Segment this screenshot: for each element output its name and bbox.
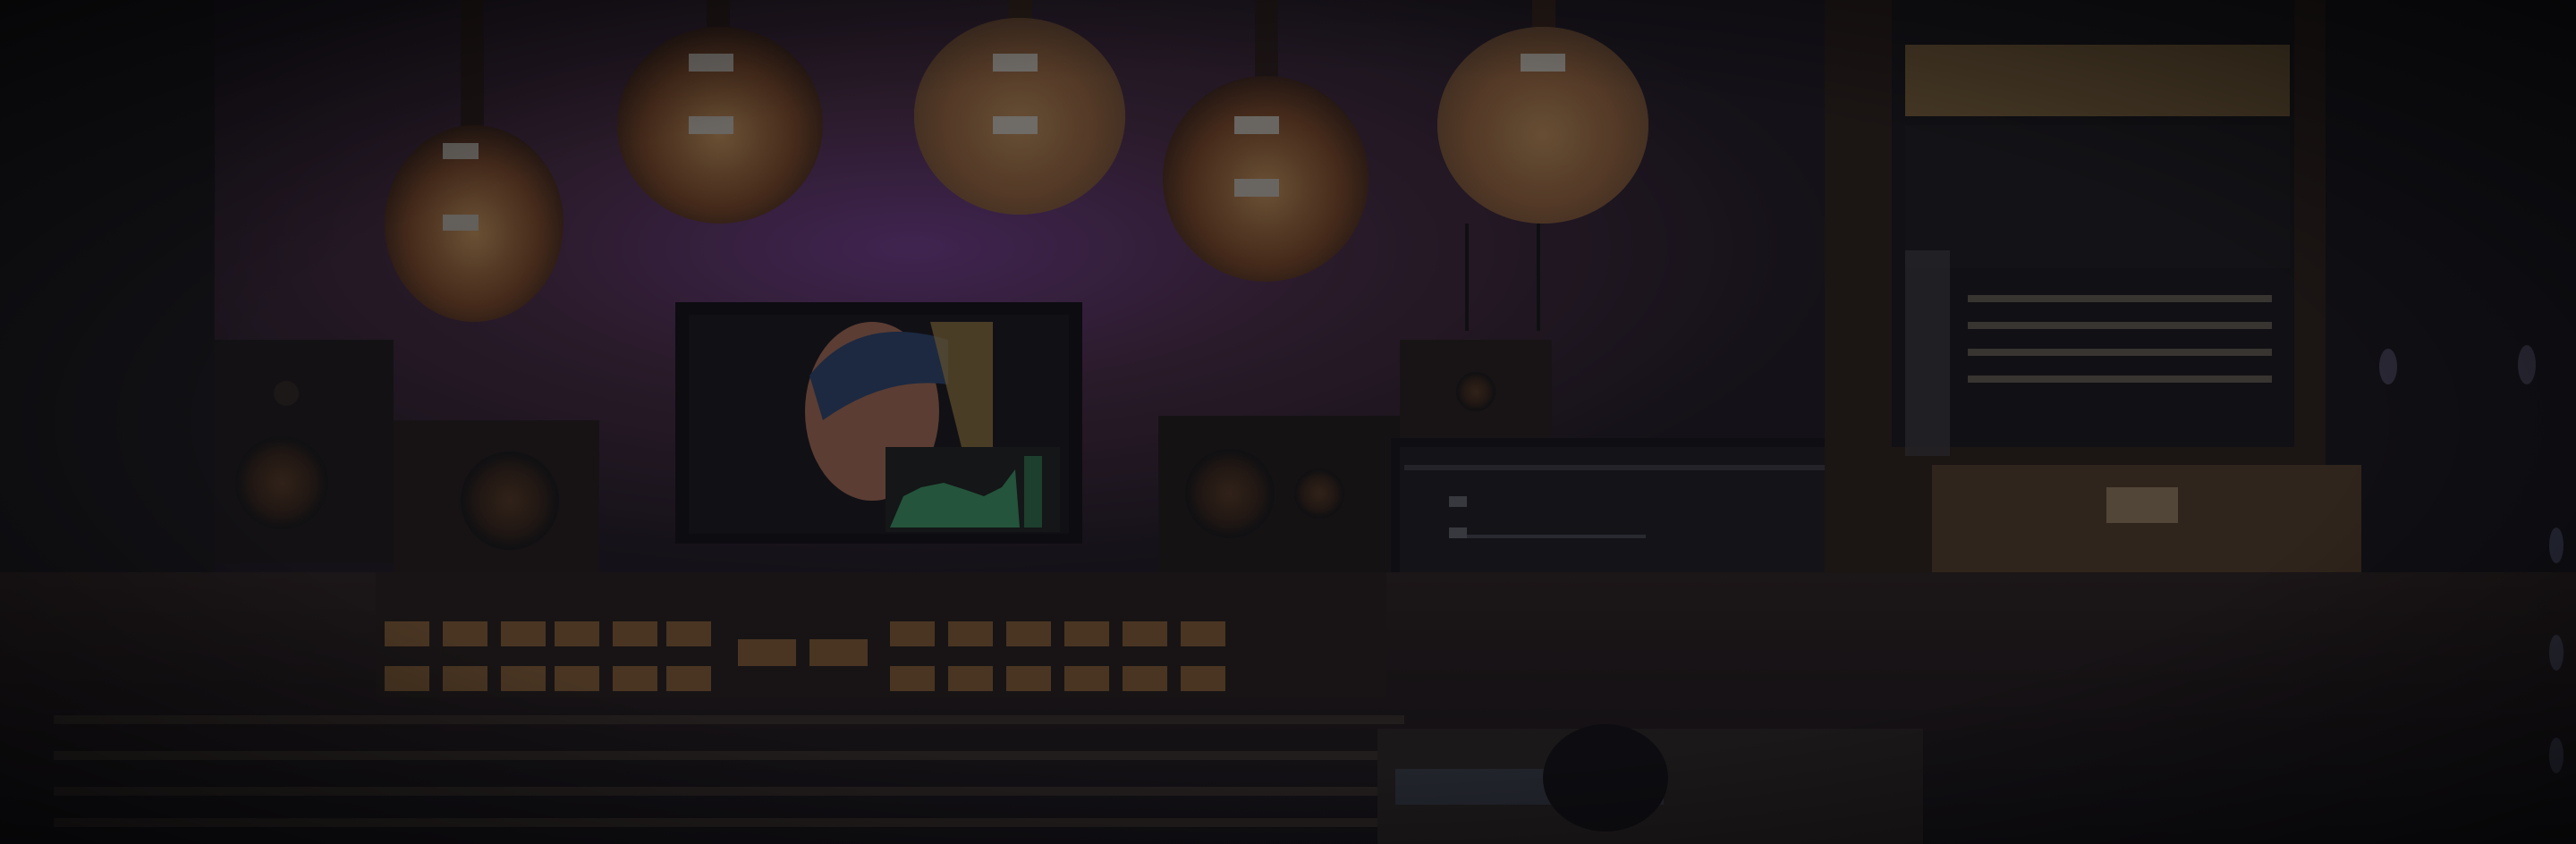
studio-scene	[0, 0, 2576, 844]
vignette	[0, 0, 2576, 844]
studio-hero-image	[0, 0, 2576, 844]
